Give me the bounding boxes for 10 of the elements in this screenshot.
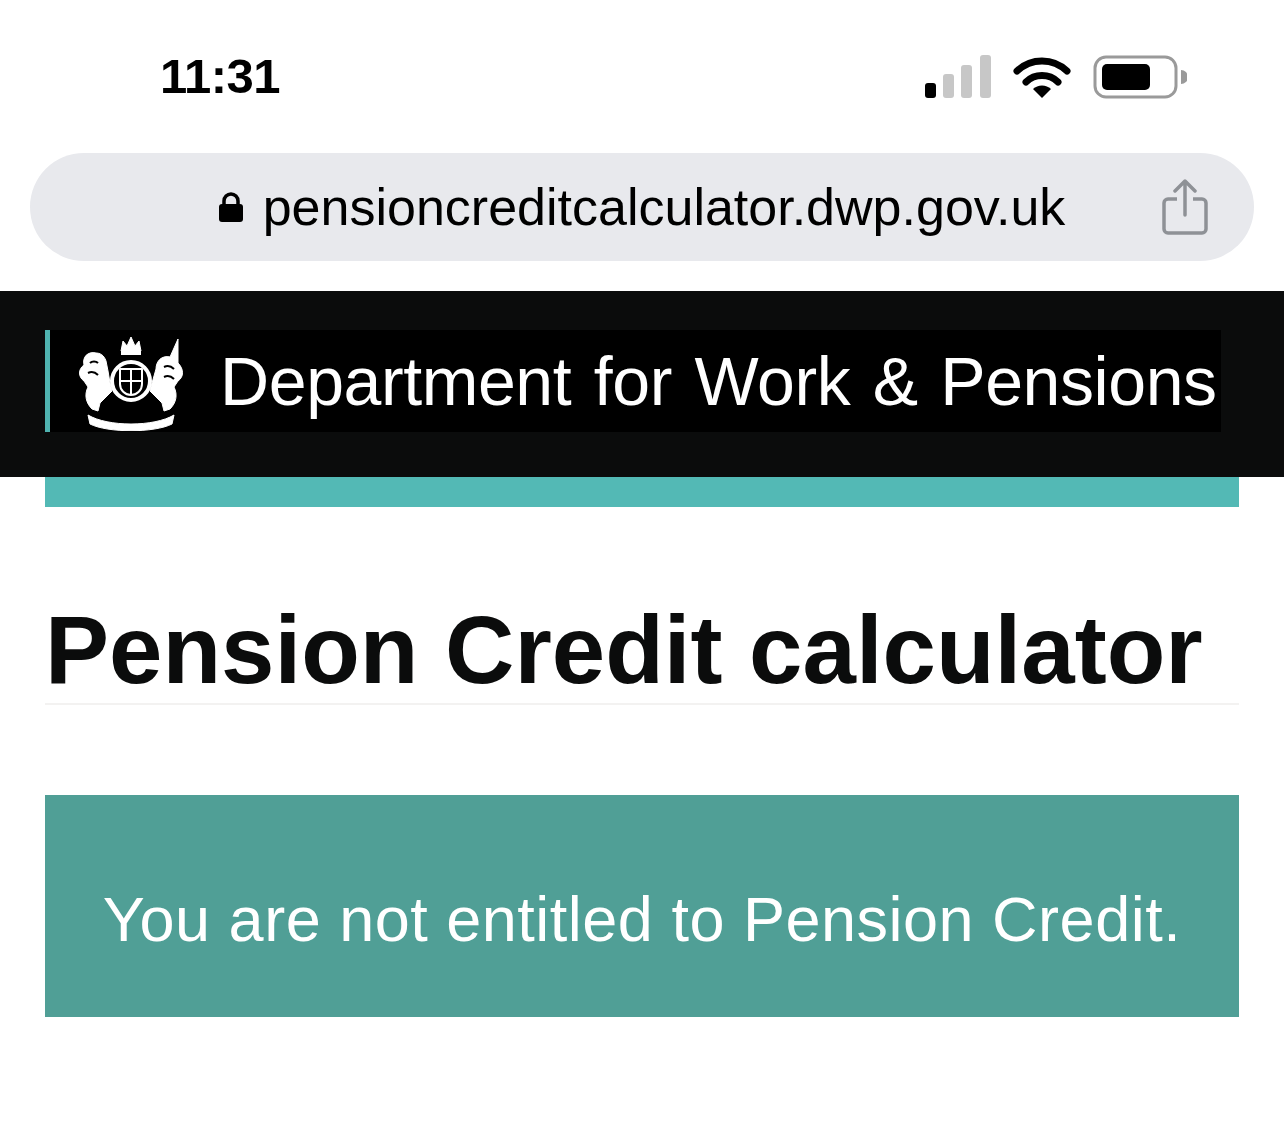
lock-icon bbox=[218, 192, 243, 222]
share-icon[interactable] bbox=[1162, 179, 1208, 235]
signal-icon bbox=[925, 55, 991, 98]
logo-banner[interactable]: Department for Work & Pensions bbox=[45, 330, 1221, 432]
wifi-icon bbox=[1013, 55, 1071, 98]
result-message: You are not entitled to Pension Credit. bbox=[102, 883, 1182, 954]
page-title: Pension Credit calculator bbox=[45, 597, 1239, 705]
status-time: 11:31 bbox=[160, 52, 281, 101]
battery-icon bbox=[1093, 54, 1187, 99]
address-bar[interactable]: pensioncreditcalculator.dwp.gov.uk bbox=[30, 153, 1254, 261]
